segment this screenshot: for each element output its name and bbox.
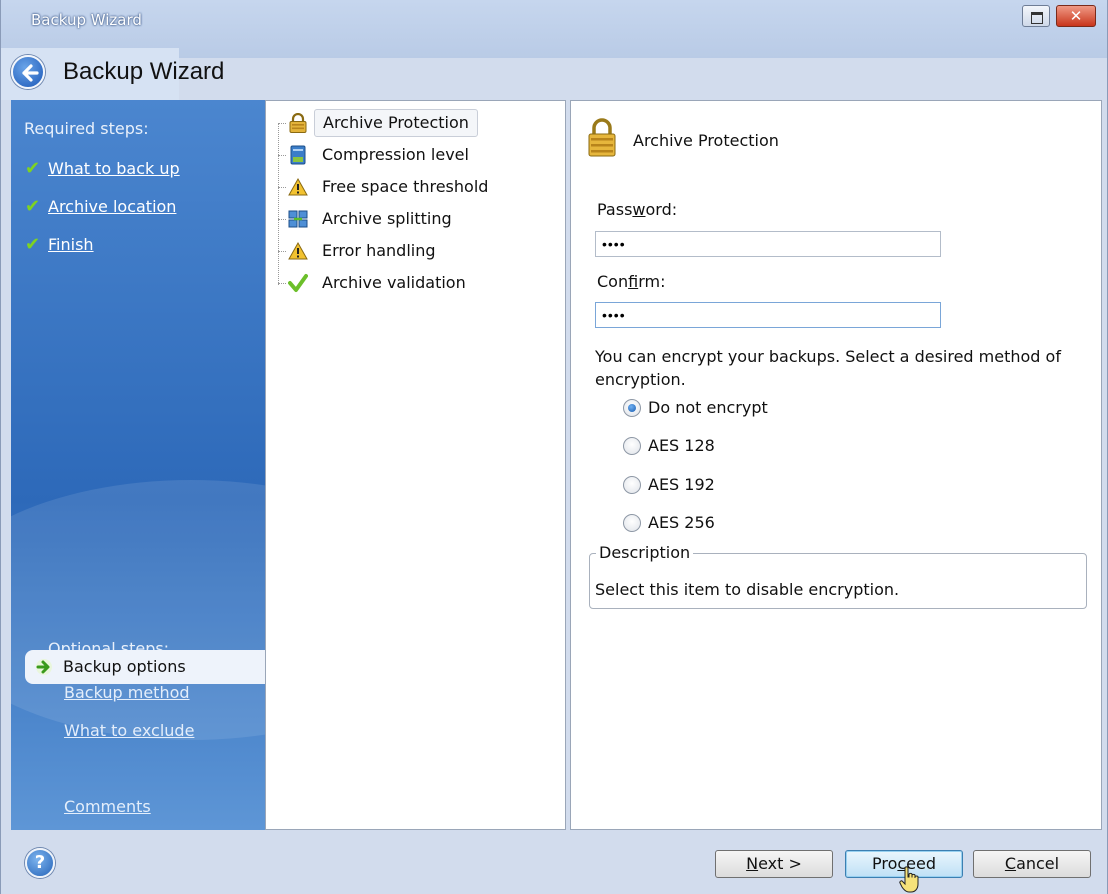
hand-cursor-icon	[899, 866, 919, 893]
radio-button[interactable]	[623, 437, 641, 455]
cancel-button[interactable]: Cancel	[973, 850, 1091, 878]
description-groupbox: Description Select this item to disable …	[589, 543, 1087, 609]
wizard-sidebar: Required steps: ✔ What to back up ✔ Arch…	[11, 100, 265, 830]
section-title: Archive Protection	[633, 131, 779, 150]
tree-item-compression-level[interactable]: Compression level	[276, 141, 556, 171]
backup-wizard-window: Backup Wizard ✕ Backup Wizard Required s…	[0, 0, 1108, 894]
password-label: Password:	[597, 200, 678, 219]
sidebar-item-archive-location[interactable]: Archive location	[48, 197, 176, 216]
split-icon	[288, 210, 308, 228]
encryption-description: You can encrypt your backups. Select a d…	[595, 347, 1061, 389]
check-icon: ✔	[25, 196, 41, 217]
sidebar-item-comments[interactable]: Comments	[64, 797, 151, 816]
description-legend: Description	[596, 543, 694, 562]
tree-item-error-handling[interactable]: Error handling	[276, 237, 556, 267]
tree-item-label: Error handling	[322, 241, 436, 260]
tree-item-archive-splitting[interactable]: Archive splitting	[276, 205, 556, 235]
description-text: Select this item to disable encryption.	[595, 580, 900, 599]
radio-button[interactable]	[623, 399, 641, 417]
warning-icon	[288, 241, 308, 260]
check-icon	[288, 274, 308, 292]
tree-item-free-space-threshold[interactable]: Free space threshold	[276, 173, 556, 203]
options-tree: Archive Protection Compression level Fre…	[265, 100, 566, 830]
lock-icon	[588, 118, 616, 157]
back-button[interactable]	[11, 55, 45, 89]
radio-label: AES 192	[648, 475, 715, 494]
warning-icon	[288, 177, 308, 196]
close-icon: ✕	[1069, 7, 1083, 25]
archive-protection-panel: Archive Protection Password: Confirm: Yo…	[570, 100, 1102, 830]
tree-item-archive-validation[interactable]: Archive validation	[276, 269, 556, 299]
tree-item-label: Compression level	[322, 145, 469, 164]
radio-button[interactable]	[623, 514, 641, 532]
close-button[interactable]: ✕	[1056, 5, 1096, 27]
tree-item-label: Archive splitting	[322, 209, 452, 228]
page-title: Backup Wizard	[63, 58, 225, 85]
restore-button[interactable]	[1022, 5, 1050, 27]
required-steps-heading: Required steps:	[24, 119, 149, 138]
radio-label: AES 256	[648, 513, 715, 532]
sidebar-item-backup-method[interactable]: Backup method	[64, 683, 190, 702]
tree-item-label: Archive Protection	[314, 109, 478, 137]
next-button[interactable]: Next >	[715, 850, 833, 878]
tree-item-label: Free space threshold	[322, 177, 489, 196]
sidebar-item-what-to-back-up[interactable]: What to back up	[48, 159, 180, 178]
password-field[interactable]	[595, 231, 941, 257]
check-icon: ✔	[25, 158, 41, 179]
tree-item-label: Archive validation	[322, 273, 466, 292]
tree-item-archive-protection[interactable]: Archive Protection	[276, 109, 556, 139]
radio-label: Do not encrypt	[648, 398, 768, 417]
sidebar-item-finish[interactable]: Finish	[48, 235, 94, 254]
help-icon[interactable]: ?	[25, 848, 55, 878]
window-title: Backup Wizard	[31, 11, 142, 29]
radio-label: AES 128	[648, 436, 715, 455]
sidebar-item-what-to-exclude[interactable]: What to exclude	[64, 721, 194, 740]
compression-icon	[290, 145, 306, 165]
back-arrow-icon	[22, 64, 39, 82]
arrow-right-icon	[36, 659, 52, 675]
lock-icon	[289, 113, 307, 133]
confirm-label: Confirm:	[597, 272, 666, 291]
sidebar-item-backup-options[interactable]: Backup options	[25, 650, 265, 684]
sidebar-item-label: Backup options	[63, 657, 186, 676]
radio-button[interactable]	[623, 476, 641, 494]
confirm-password-field[interactable]	[595, 302, 941, 328]
check-icon: ✔	[25, 234, 41, 255]
